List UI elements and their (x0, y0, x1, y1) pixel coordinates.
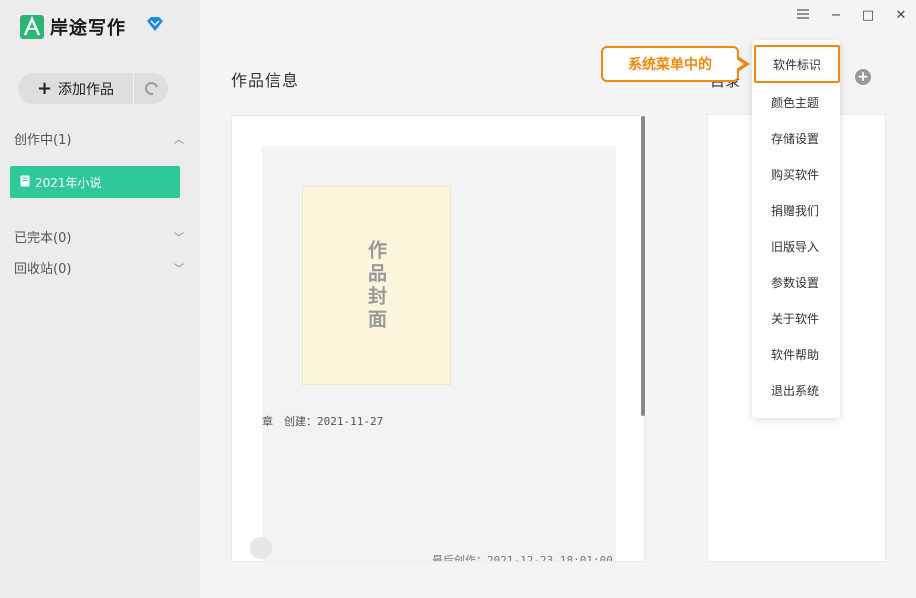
chevron-down-icon: ﹀ (174, 264, 184, 275)
callout-text: 系统菜单中的 (628, 57, 712, 73)
cover-placeholder-text: 作品封面 (365, 239, 387, 332)
menu-item-purchase[interactable]: 购买软件 (752, 156, 840, 192)
section-label: 已完本(0) (14, 231, 72, 246)
app-logo-icon (20, 15, 44, 39)
chevron-down-icon: ﹀ (174, 233, 184, 244)
created-date: 创建：2021-11-27 (284, 415, 384, 428)
section-label: 回收站(0) (14, 262, 72, 277)
menu-item-help[interactable]: 软件帮助 (752, 336, 840, 372)
maximize-button[interactable]: □ (860, 8, 876, 23)
menu-item-exit[interactable]: 退出系统 (752, 372, 840, 408)
menu-item-label: 旧版导入 (771, 239, 820, 254)
add-work-button[interactable]: + 添加作品 (18, 73, 134, 104)
section-recycle-bin[interactable]: 回收站(0) ﹀ (14, 258, 184, 277)
menu-item-storage-settings[interactable]: 存储设置 (752, 120, 840, 156)
scrollbar[interactable] (641, 116, 645, 416)
section-in-progress[interactable]: 创作中(1) ︿ (14, 129, 184, 148)
menu-item-label: 捐赠我们 (771, 203, 820, 218)
minimize-button[interactable]: − (828, 8, 844, 23)
add-work-button-group: + 添加作品 (18, 73, 168, 104)
work-cover[interactable]: 作品封面 (302, 186, 451, 385)
work-card: 作品封面 章 创建：2021-11-27 最后创作：2021-12-23 18:… (231, 115, 645, 562)
carousel-dot[interactable] (250, 537, 272, 559)
menu-item-parameters[interactable]: 参数设置 (752, 264, 840, 300)
menu-item-about[interactable]: 关于软件 (752, 300, 840, 336)
sidebar-item-book[interactable]: 2021年小说 (10, 166, 180, 198)
book-label: 2021年小说 (35, 175, 102, 190)
add-work-label: 添加作品 (58, 81, 115, 98)
work-card-inner: 作品封面 (262, 146, 616, 561)
page-title: 作品信息 (231, 71, 300, 90)
menu-item-label: 颜色主题 (771, 95, 820, 110)
callout-annotation: 系统菜单中的 (601, 46, 739, 82)
chevron-up-icon: ︿ (174, 135, 184, 146)
system-menu: 软件标识 颜色主题 存储设置 购买软件 捐赠我们 旧版导入 参数设置 关于软件 … (752, 40, 840, 418)
section-finished[interactable]: 已完本(0) ﹀ (14, 227, 184, 246)
menu-item-donate[interactable]: 捐赠我们 (752, 192, 840, 228)
plus-circle-icon[interactable]: + (855, 69, 871, 85)
menu-item-label: 软件标识 (773, 57, 822, 72)
menu-item-label: 关于软件 (771, 311, 820, 326)
book-icon (20, 175, 30, 190)
refresh-icon (142, 79, 160, 98)
menu-item-software-id[interactable]: 软件标识 (754, 45, 840, 83)
refresh-button[interactable] (134, 79, 168, 98)
last-edit-time: 最后创作：2021-12-23 18:01:00 (432, 554, 613, 562)
app-logo: 岸途写作 (20, 14, 126, 40)
menu-item-label: 存储设置 (771, 131, 820, 146)
sidebar: 岸途写作 + 添加作品 创作中(1) ︿ 2021年小说 已完本(0) ﹀ 回收… (0, 0, 200, 598)
hamburger-icon[interactable] (795, 8, 811, 23)
callout-arrow-inner (736, 59, 744, 69)
menu-item-label: 购买软件 (771, 167, 820, 182)
close-button[interactable]: ✕ (893, 8, 909, 23)
menu-item-label: 参数设置 (771, 275, 820, 290)
menu-item-label: 软件帮助 (771, 347, 820, 362)
diamond-icon[interactable] (146, 16, 164, 36)
menu-item-label: 退出系统 (771, 383, 820, 398)
section-label: 创作中(1) (14, 133, 72, 148)
chapter-fragment: 章 (262, 415, 273, 428)
plus-icon: + (36, 77, 53, 99)
app-title: 岸途写作 (50, 18, 126, 39)
menu-item-color-theme[interactable]: 颜色主题 (752, 84, 840, 120)
menu-item-legacy-import[interactable]: 旧版导入 (752, 228, 840, 264)
